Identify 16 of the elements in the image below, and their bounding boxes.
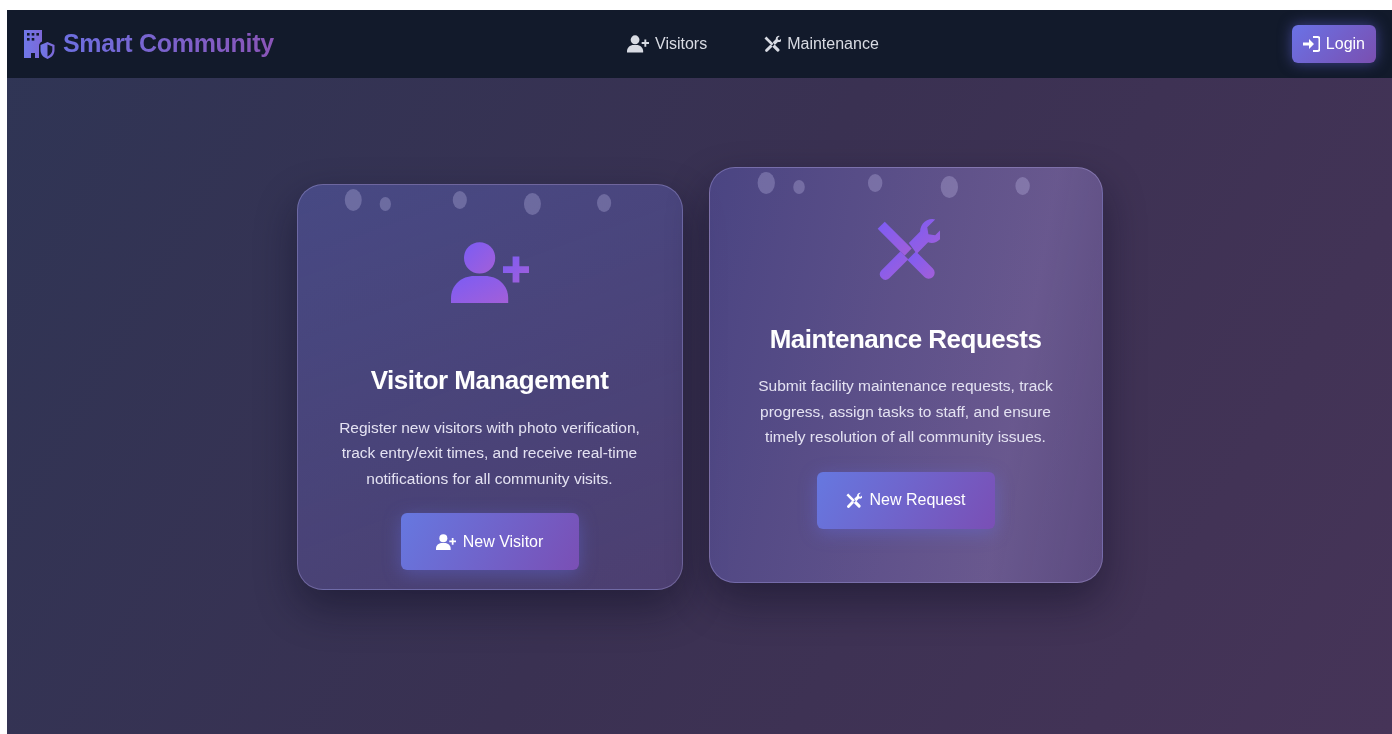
person-plus-icon (627, 35, 649, 53)
person-plus-icon (450, 241, 529, 304)
login-button[interactable]: Login (1291, 25, 1376, 63)
tools-icon (845, 491, 863, 509)
tools-icon (763, 35, 782, 53)
nav-link[interactable]: Maintenance (759, 26, 883, 62)
card-description: Submit facility maintenance requests, track progress, assign tasks to staff, and ensure timely resolution of all community issues. (757, 376, 1054, 448)
card-description: Register new visitors with photo verification, track entry/exit times, and receive real-time notifications for all community visits. (338, 417, 641, 489)
card-action-button[interactable]: New Visitor (400, 513, 579, 571)
card-title: Visitor Management (370, 365, 609, 397)
person-plus-icon (435, 533, 456, 550)
sign-in-icon (1302, 36, 1320, 52)
card-action-button[interactable]: New Request (816, 471, 995, 529)
building-shield-icon (23, 29, 55, 59)
card-title: Maintenance Requests (769, 324, 1042, 356)
nav-link[interactable]: Visitors (623, 26, 712, 62)
